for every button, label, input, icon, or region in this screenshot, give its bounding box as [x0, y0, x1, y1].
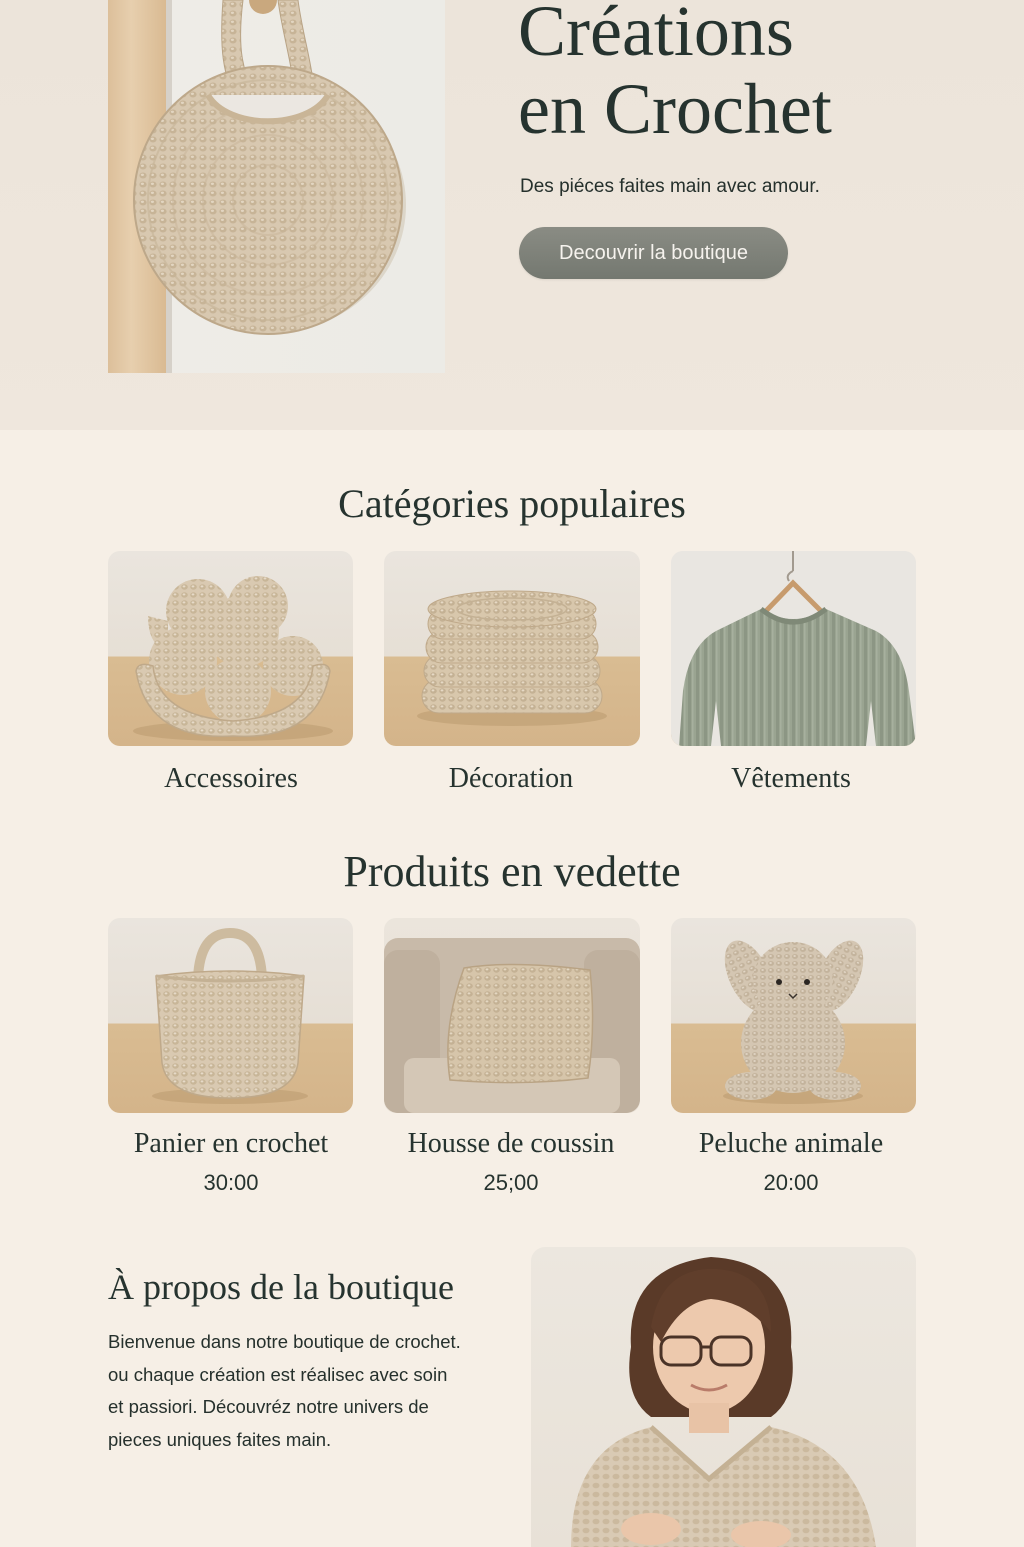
- stacked-coasters-image: [417, 590, 607, 726]
- hero-subtitle: Des piéces faites main avec amour.: [520, 176, 820, 197]
- yarn-balls-basket-image: [133, 576, 333, 741]
- about-title: À propos de la boutique: [108, 1267, 454, 1307]
- plush-bunny-image: [723, 940, 864, 1104]
- about-line: ou chaque création est réalisec avec soi…: [108, 1363, 448, 1385]
- hero-section: Créations en Crochet Des piéces faites m…: [0, 0, 1024, 430]
- product-card-basket[interactable]: [108, 918, 353, 1113]
- about-line: pieces uniques faites main.: [108, 1428, 332, 1450]
- about-line: et passiori. Découvréz notre univers de: [108, 1396, 429, 1417]
- category-card-accessories[interactable]: [108, 551, 353, 746]
- product-price-basket: 30:00: [203, 1170, 259, 1195]
- category-label-decoration[interactable]: Décoration: [381, 763, 641, 795]
- product-card-cushion-cover[interactable]: [384, 918, 640, 1113]
- categories-title: Catégories populaires: [338, 481, 686, 526]
- crochet-basket-image: [152, 927, 308, 1104]
- category-label-accessories[interactable]: Accessoires: [101, 763, 361, 795]
- about-line: Bienvenue dans notre boutique de crochet…: [108, 1331, 461, 1352]
- category-card-clothing[interactable]: [671, 551, 916, 746]
- hero-title-line-1: Créations: [518, 0, 794, 71]
- about-description: Bienvenue dans notre boutique de crochet…: [108, 1326, 508, 1456]
- product-card-plush-animal[interactable]: [671, 918, 916, 1113]
- product-name-cushion-cover[interactable]: Housse de coussin: [381, 1128, 641, 1160]
- hero-title-line-2: en Crochet: [518, 69, 832, 149]
- product-price-plush-animal: 20:00: [763, 1170, 819, 1195]
- product-price-cushion-cover: 25;00: [483, 1170, 539, 1195]
- artisan-photo: [531, 1247, 916, 1547]
- product-name-basket[interactable]: Panier en crochet: [101, 1128, 361, 1160]
- woman-crocheting-image: [571, 1257, 876, 1547]
- hero-image-round-crochet-bag: [108, 0, 445, 373]
- discover-shop-button[interactable]: Decouvrir la boutique: [519, 227, 788, 279]
- green-sweater-image: [671, 551, 916, 746]
- hero-title: Créations en Crochet: [518, 0, 832, 148]
- product-name-plush-animal[interactable]: Peluche animale: [661, 1128, 921, 1160]
- category-label-clothing[interactable]: Vêtements: [661, 763, 921, 795]
- round-bag-illustration: [133, 0, 406, 335]
- cushion-on-sofa-image: [384, 938, 640, 1113]
- featured-products-title: Produits en vedette: [343, 847, 681, 896]
- category-card-decoration[interactable]: [384, 551, 640, 746]
